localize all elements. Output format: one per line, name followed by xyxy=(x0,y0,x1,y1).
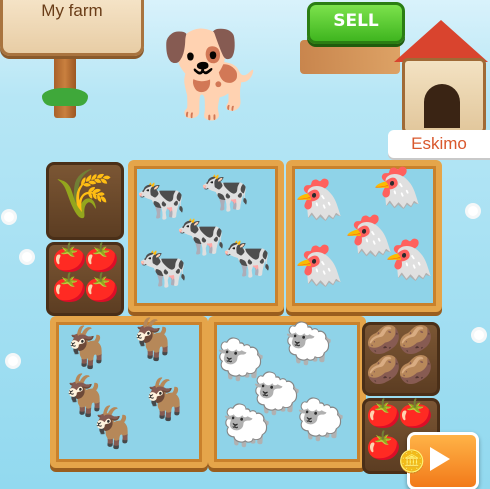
chicken-icon: 🐔 xyxy=(372,165,422,211)
goat-icon: 🐐 xyxy=(88,405,138,451)
flower-decoration xyxy=(4,212,14,222)
flower-decoration xyxy=(468,206,478,216)
video-icon xyxy=(430,447,450,471)
cow-icon: 🐄 xyxy=(138,245,188,291)
potato-icon: 🥔 xyxy=(366,323,401,356)
flower-decoration xyxy=(474,330,484,340)
tomato-icon: 🍅 xyxy=(84,271,119,304)
potato-icon: 🥔 xyxy=(398,323,433,356)
coin-icon: 🪙 xyxy=(398,450,426,475)
wheat-icon: 🌾 xyxy=(54,166,114,222)
flower-decoration xyxy=(22,252,32,262)
flower-decoration xyxy=(8,356,18,366)
dog-icon[interactable]: 🐕 xyxy=(160,32,265,116)
doghouse-roof xyxy=(394,20,488,62)
doghouse-door xyxy=(424,84,460,128)
farm-sign-label: My farm xyxy=(41,1,103,20)
grass-tuft xyxy=(42,88,88,106)
potato-icon: 🥔 xyxy=(366,353,401,386)
fence-background xyxy=(300,40,400,74)
cow-icon: 🐄 xyxy=(222,235,272,281)
tomato-icon: 🍅 xyxy=(52,271,87,304)
tomato-icon: 🍅 xyxy=(84,241,119,274)
sheep-icon: 🐑 xyxy=(222,403,272,449)
cow-icon: 🐄 xyxy=(200,169,250,215)
sheep-icon: 🐑 xyxy=(284,321,334,367)
pet-name-label: Eskimo xyxy=(388,130,490,158)
goat-icon: 🐐 xyxy=(62,325,112,371)
goat-icon: 🐐 xyxy=(128,317,178,363)
chicken-icon: 🐔 xyxy=(294,243,344,289)
chicken-icon: 🐔 xyxy=(294,177,344,223)
farm-sign[interactable]: My farm xyxy=(0,0,144,56)
tomato-icon: 🍅 xyxy=(366,429,401,462)
tomato-icon: 🍅 xyxy=(398,397,433,430)
tomato-icon: 🍅 xyxy=(366,397,401,430)
farm-scene: My farm SELL 🐕 Eskimo 🌾 🍅 🍅 🍅 🍅 🐄 🐄 🐄 🐄 … xyxy=(0,0,490,489)
sheep-icon: 🐑 xyxy=(296,397,346,443)
tomato-icon: 🍅 xyxy=(52,241,87,274)
potato-icon: 🥔 xyxy=(398,353,433,386)
goat-icon: 🐐 xyxy=(140,377,190,423)
sell-button[interactable]: SELL xyxy=(307,2,405,44)
chicken-icon: 🐔 xyxy=(384,237,434,283)
